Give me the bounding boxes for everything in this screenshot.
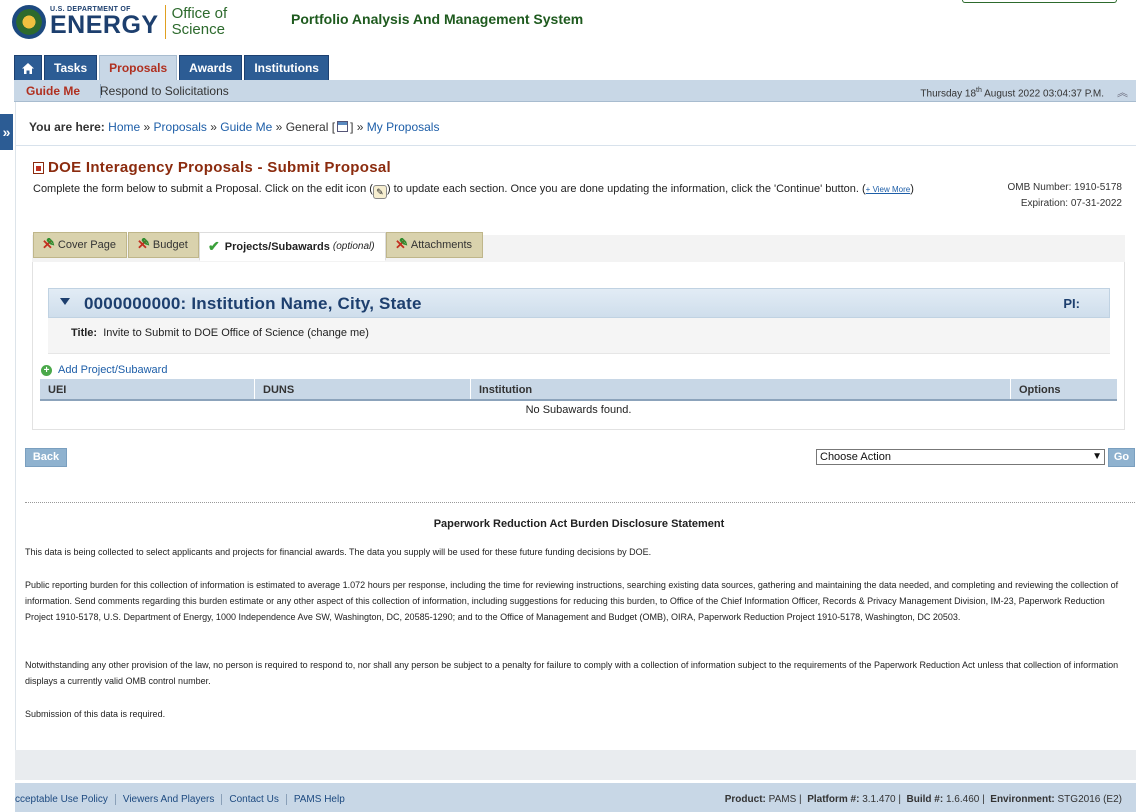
tab-budget[interactable]: ✕ ✎ Budget <box>128 232 199 258</box>
column-institution[interactable]: Institution <box>471 379 1011 399</box>
current-datetime: Thursday 18th August 2022 03:04:37 P.M. <box>920 87 1104 100</box>
doe-seal-icon <box>12 5 46 39</box>
logo-office-line2: Science <box>171 21 225 38</box>
add-project-subaward-link[interactable]: + Add Project/Subaward <box>41 364 167 376</box>
tab-attachments[interactable]: ✕ ✎ Attachments <box>386 232 484 258</box>
pi-label: PI: <box>1063 296 1080 311</box>
calendar-icon[interactable] <box>337 121 349 132</box>
table-empty-message: No Subawards found. <box>525 404 632 416</box>
footer-link-contact[interactable]: Contact Us <box>222 794 287 805</box>
breadcrumb-my-proposals[interactable]: My Proposals <box>367 120 440 134</box>
pra-paragraph-1: This data is being collected to select a… <box>25 547 652 557</box>
collapse-header-icon[interactable]: ︽ <box>1117 84 1128 100</box>
omb-number: OMB Number: 1910-5178 <box>1007 182 1122 193</box>
column-duns[interactable]: DUNS <box>255 379 471 399</box>
complete-check-icon: ✔ <box>208 238 220 254</box>
table-header: UEI DUNS Institution Options <box>40 379 1117 401</box>
institution-name: 0000000000: Institution Name, City, Stat… <box>84 294 422 313</box>
omb-expiration: Expiration: 07-31-2022 <box>1020 198 1122 209</box>
sub-nav: Guide Me Respond to Solicitations Thursd… <box>14 80 1136 102</box>
footer-version-info: Product: PAMS | Platform #: 3.1.470 | Bu… <box>724 794 1122 805</box>
main-nav: Tasks Proposals Awards Institutions <box>14 55 329 80</box>
tab-tasks[interactable]: Tasks <box>44 55 98 80</box>
page-title: DOE Interagency Proposals - Submit Propo… <box>33 159 391 176</box>
edit-icon: ✎ <box>372 185 387 199</box>
breadcrumb-home[interactable]: Home <box>108 120 140 134</box>
top-right-button-edge[interactable] <box>962 0 1117 3</box>
tab-proposals[interactable]: Proposals <box>99 55 178 80</box>
add-plus-icon: + <box>41 364 52 376</box>
subnav-respond-to-solicitations[interactable]: Respond to Solicitations <box>100 80 229 102</box>
footer-link-viewers[interactable]: Viewers And Players <box>116 794 223 805</box>
subawards-table: UEI DUNS Institution Options No Subaward… <box>40 379 1117 419</box>
tab-cover-page[interactable]: ✕ ✎ Cover Page <box>33 232 127 258</box>
pra-paragraph-2: Public reporting burden for this collect… <box>25 580 1119 622</box>
document-icon <box>33 161 44 174</box>
home-icon <box>22 62 34 74</box>
omb-info: OMB Number: 1910-5178 Expiration: 07-31-… <box>1007 180 1122 212</box>
tab-projects-subawards[interactable]: ✔ Projects/Subawards (optional) <box>199 232 386 261</box>
column-options[interactable]: Options <box>1011 379 1117 399</box>
breadcrumb: You are here: Home » Proposals » Guide M… <box>29 120 440 134</box>
footer-link-acceptable-use[interactable]: cceptable Use Policy <box>15 794 116 805</box>
incomplete-icon: ✕ ✎ <box>395 237 409 252</box>
tab-institutions[interactable]: Institutions <box>244 55 329 80</box>
logo-office-line1: Office of <box>171 5 228 23</box>
incomplete-icon: ✕ ✎ <box>137 237 151 252</box>
subnav-guide-me[interactable]: Guide Me <box>26 80 80 102</box>
institution-details: Title: Invite to Submit to DOE Office of… <box>48 318 1110 354</box>
expand-sidebar-icon[interactable]: » <box>0 114 13 150</box>
collapse-triangle-icon[interactable] <box>60 298 70 305</box>
footer-link-help[interactable]: PAMS Help <box>287 794 352 805</box>
footer-links: cceptable Use Policy Viewers And Players… <box>15 794 352 805</box>
choose-action-select[interactable]: Choose Action ▼ <box>816 449 1105 465</box>
app-header: U.S. DEPARTMENT OF ENERGY Office of Scie… <box>0 0 1136 52</box>
app-footer: cceptable Use Policy Viewers And Players… <box>15 780 1136 812</box>
back-button[interactable]: Back <box>25 448 67 467</box>
breadcrumb-proposals[interactable]: Proposals <box>154 120 207 134</box>
pra-paragraph-3: Notwithstanding any other provision of t… <box>25 660 1119 686</box>
column-uei[interactable]: UEI <box>40 379 255 399</box>
proposal-title: Title: Invite to Submit to DOE Office of… <box>71 327 369 339</box>
view-more-link[interactable]: + View More <box>866 185 911 194</box>
incomplete-icon: ✕ ✎ <box>42 237 56 252</box>
institution-header[interactable]: 0000000000: Institution Name, City, Stat… <box>48 288 1110 318</box>
page-instructions: Complete the form below to submit a Prop… <box>33 183 914 199</box>
tab-home[interactable] <box>14 55 42 80</box>
pra-paragraph-4: Submission of this data is required. <box>25 709 166 719</box>
app-title: Portfolio Analysis And Management System <box>291 11 584 27</box>
breadcrumb-guide-me[interactable]: Guide Me <box>220 120 272 134</box>
go-button[interactable]: Go <box>1108 448 1135 467</box>
pra-heading: Paperwork Reduction Act Burden Disclosur… <box>433 518 725 530</box>
tab-awards[interactable]: Awards <box>179 55 243 80</box>
chevron-down-icon: ▼ <box>1092 451 1102 462</box>
doe-logo[interactable]: U.S. DEPARTMENT OF ENERGY Office of Scie… <box>12 4 227 40</box>
logo-energy: ENERGY <box>50 11 159 39</box>
main-content: You are here: Home » Proposals » Guide M… <box>15 102 1136 750</box>
